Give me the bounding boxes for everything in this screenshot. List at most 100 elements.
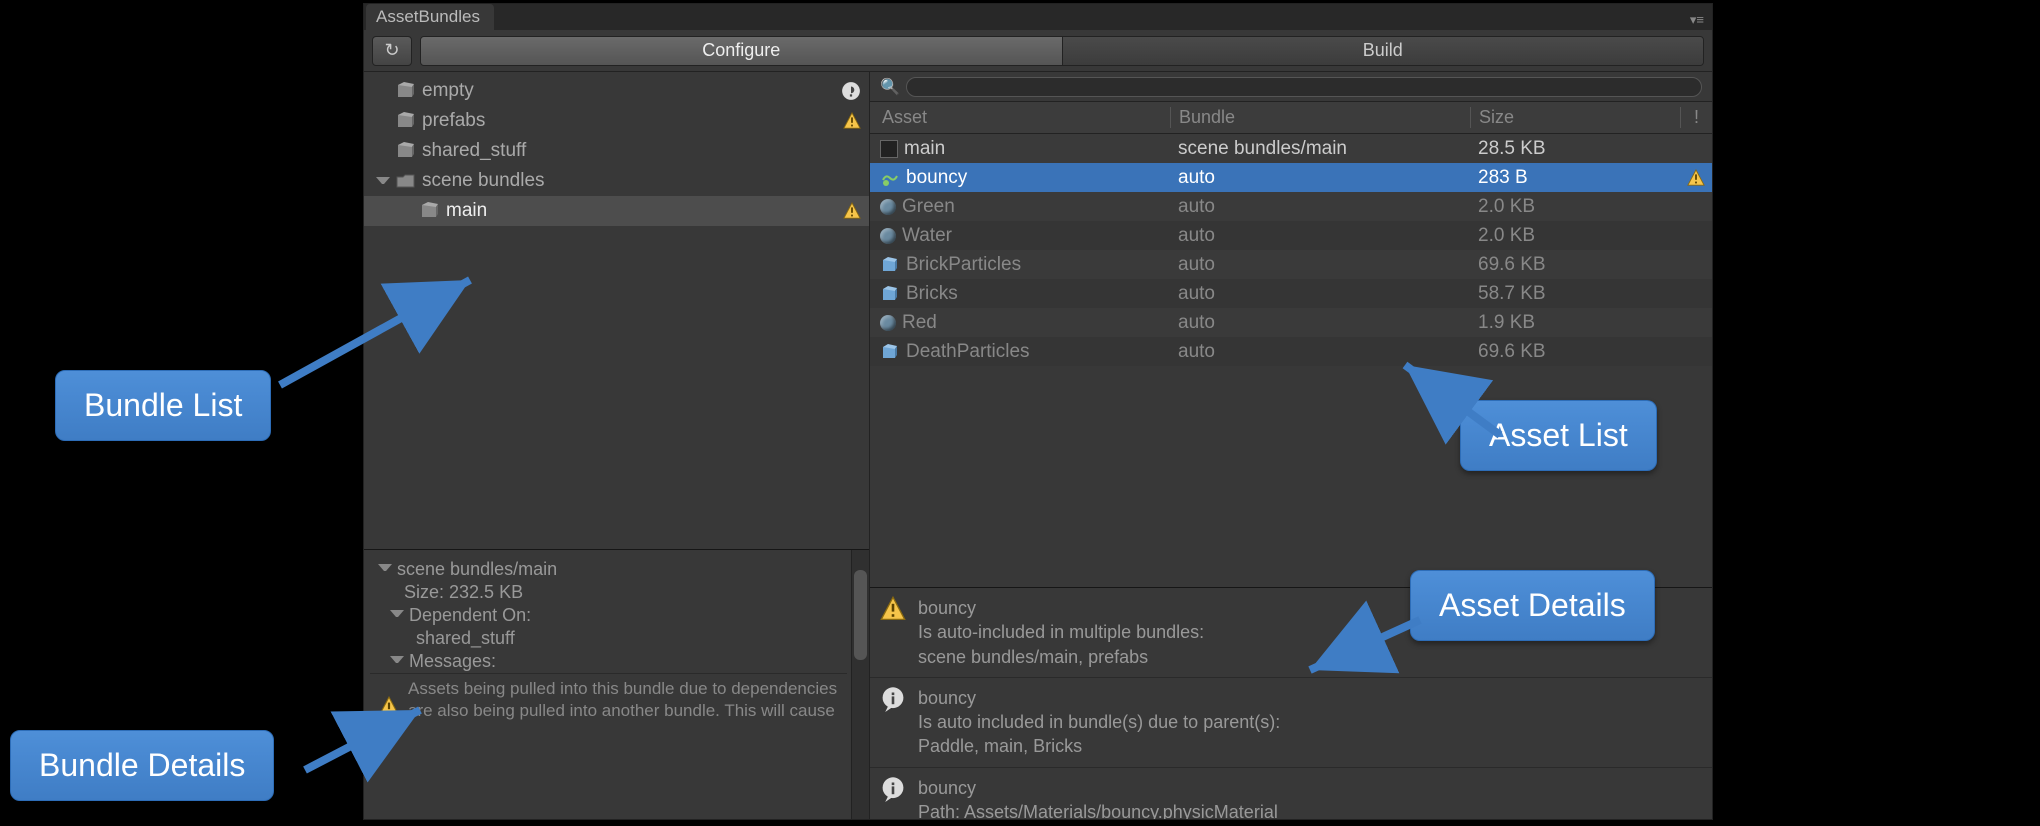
detail-title: bouncy <box>918 776 1702 800</box>
dependent-value: shared_stuff <box>370 627 847 650</box>
arrow-icon <box>300 700 440 790</box>
search-icon: 🔍 <box>880 77 900 97</box>
physmat-icon <box>880 168 900 188</box>
foldout-icon[interactable] <box>376 174 390 188</box>
arrow-icon <box>1300 610 1440 690</box>
mode-tabs: Configure Build <box>420 36 1704 66</box>
asset-bundle: auto <box>1170 225 1470 247</box>
asset-bundle: auto <box>1170 196 1470 218</box>
message-text: Assets being pulled into this bundle due… <box>408 678 841 722</box>
bundle-row-shared[interactable]: shared_stuff <box>364 136 869 166</box>
prefab-icon <box>880 342 900 362</box>
scene-icon <box>880 140 898 158</box>
detail-text: Is auto included in bundle(s) due to par… <box>918 710 1702 759</box>
asset-size: 58.7 KB <box>1470 283 1680 305</box>
asset-size: 69.6 KB <box>1470 254 1680 276</box>
asset-row[interactable]: Green auto2.0 KB <box>870 192 1712 221</box>
warning-icon <box>1687 169 1705 187</box>
tab-configure[interactable]: Configure <box>421 37 1062 65</box>
asset-row[interactable]: DeathParticlesauto69.6 KB <box>870 337 1712 366</box>
foldout-icon[interactable] <box>378 561 392 575</box>
col-asset[interactable]: Asset <box>870 107 1170 128</box>
asset-row[interactable]: Water auto2.0 KB <box>870 221 1712 250</box>
bundle-row-empty[interactable]: empty <box>364 76 869 106</box>
detail-text: Path: Assets/Materials/bouncy.physicMate… <box>918 800 1702 819</box>
cube-icon <box>420 201 440 221</box>
foldout-icon[interactable] <box>390 653 404 667</box>
prefab-icon <box>880 255 900 275</box>
asset-size: 1.9 KB <box>1470 312 1680 334</box>
asset-detail-row: bouncyPath: Assets/Materials/bouncy.phys… <box>870 767 1712 819</box>
asset-bundle: auto <box>1170 283 1470 305</box>
arrow-icon <box>1390 355 1510 465</box>
asset-row[interactable]: main scene bundles/main28.5 KB <box>870 134 1712 163</box>
material-icon <box>880 199 896 215</box>
bundle-label: prefabs <box>422 110 485 132</box>
asset-detail-row: bouncyIs auto included in bundle(s) due … <box>870 677 1712 767</box>
asset-size: 2.0 KB <box>1470 196 1680 218</box>
details-title: scene bundles/main <box>397 559 557 579</box>
asset-size: 28.5 KB <box>1470 138 1680 160</box>
refresh-button[interactable]: ↻ <box>372 36 412 66</box>
info-icon <box>880 686 906 712</box>
folder-icon <box>396 171 416 191</box>
bundle-label: shared_stuff <box>422 140 526 162</box>
bundle-label: empty <box>422 80 474 102</box>
asset-bundle: scene bundles/main <box>1170 138 1470 160</box>
asset-size: 2.0 KB <box>1470 225 1680 247</box>
callout-bundle-list: Bundle List <box>55 370 271 441</box>
asset-name: Water <box>902 225 952 247</box>
window-menu-icon[interactable]: ▾≡ <box>1682 12 1712 30</box>
search-input[interactable] <box>906 77 1702 97</box>
warning-icon <box>880 596 906 622</box>
messages-label: Messages: <box>409 651 496 671</box>
asset-name: DeathParticles <box>906 341 1030 363</box>
asset-name: main <box>904 138 945 160</box>
asset-row[interactable]: Bricks auto58.7 KB <box>870 279 1712 308</box>
search-bar: 🔍 <box>870 72 1712 102</box>
tab-build[interactable]: Build <box>1062 37 1704 65</box>
material-icon <box>880 315 896 331</box>
asset-name: BrickParticles <box>906 254 1021 276</box>
asset-size: 283 B <box>1470 167 1680 189</box>
cube-icon <box>396 141 416 161</box>
asset-row[interactable]: BrickParticlesauto69.6 KB <box>870 250 1712 279</box>
bundle-label: scene bundles <box>422 170 545 192</box>
asset-bundle: auto <box>1170 312 1470 334</box>
warning-icon <box>843 112 861 130</box>
col-size[interactable]: Size <box>1470 107 1680 128</box>
material-icon <box>880 228 896 244</box>
titlebar: AssetBundles ▾≡ <box>364 4 1712 30</box>
col-bundle[interactable]: Bundle <box>1170 107 1470 128</box>
details-size: Size: 232.5 KB <box>370 581 847 604</box>
asset-bundle: auto <box>1170 167 1470 189</box>
cube-icon <box>396 111 416 131</box>
scroll-thumb[interactable] <box>854 570 867 660</box>
cube-icon <box>396 81 416 101</box>
dependent-label: Dependent On: <box>409 605 531 625</box>
asset-name: Bricks <box>906 283 958 305</box>
window-tab[interactable]: AssetBundles <box>366 4 494 30</box>
asset-row[interactable]: Red auto1.9 KB <box>870 308 1712 337</box>
info-icon <box>880 776 906 802</box>
arrow-icon <box>270 265 490 395</box>
prefab-icon <box>880 284 900 304</box>
toolbar: ↻ Configure Build <box>364 30 1712 72</box>
scrollbar[interactable] <box>851 550 869 819</box>
bundle-row-main[interactable]: main <box>364 196 869 226</box>
col-warn[interactable]: ! <box>1680 107 1712 128</box>
asset-name: bouncy <box>906 167 967 189</box>
bundle-row-scene-bundles[interactable]: scene bundles <box>364 166 869 196</box>
asset-name: Green <box>902 196 955 218</box>
foldout-icon[interactable] <box>390 607 404 621</box>
refresh-icon: ↻ <box>384 40 399 61</box>
asset-table-header: Asset Bundle Size ! <box>870 102 1712 134</box>
asset-row[interactable]: bouncy auto283 B <box>870 163 1712 192</box>
asset-list[interactable]: mainscene bundles/main28.5 KBbouncyauto2… <box>870 134 1712 587</box>
bundle-label: main <box>446 200 487 222</box>
warning-icon <box>843 202 861 220</box>
bundle-row-prefabs[interactable]: prefabs <box>364 106 869 136</box>
asset-name: Red <box>902 312 937 334</box>
callout-asset-details: Asset Details <box>1410 570 1655 641</box>
info-icon <box>841 81 861 101</box>
